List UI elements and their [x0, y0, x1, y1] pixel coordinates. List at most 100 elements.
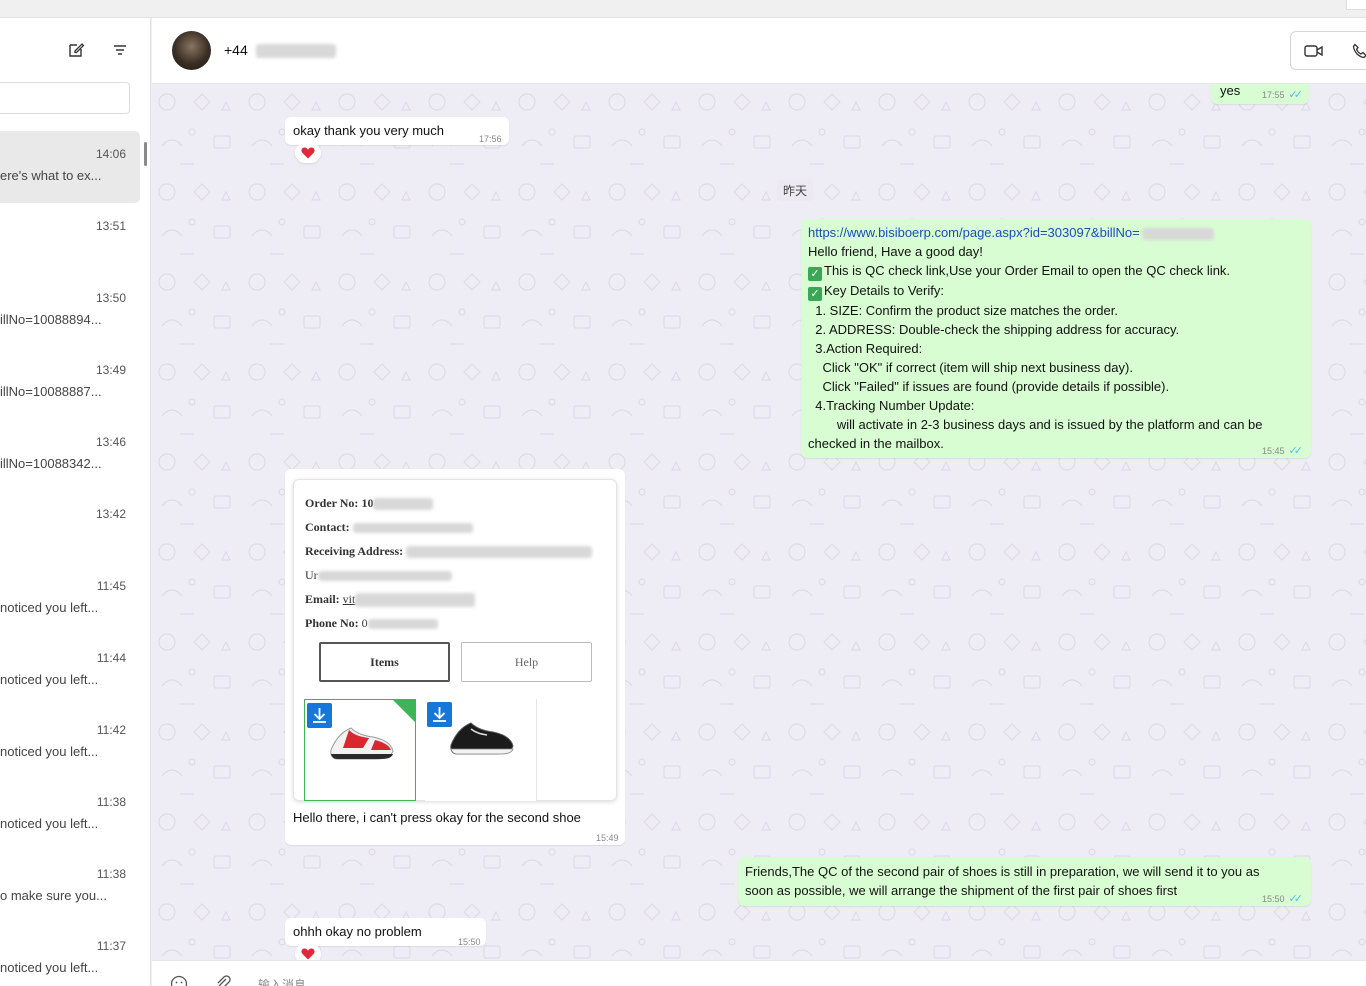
phone-field: Phone No: 0	[305, 614, 438, 633]
selected-check-icon	[393, 700, 415, 722]
chat-preview: illNo=10088342...	[0, 456, 102, 471]
new-chat-icon[interactable]	[66, 40, 86, 60]
call-buttons	[1290, 31, 1366, 70]
message-incoming[interactable]: Order No: 10 Contact: Receiving Address:…	[285, 469, 625, 845]
chat-time: 11:38	[96, 795, 126, 809]
chat-list-item[interactable]: 11:38 o make sure you...	[0, 851, 140, 923]
message-text: okay thank you very much	[293, 123, 445, 138]
chat-preview: o make sure you...	[0, 888, 107, 903]
read-ticks-icon: ✓✓	[1288, 89, 1304, 101]
chat-sidebar: 14:06 ere's what to ex... 13:51 13:50 illNo=…	[0, 18, 151, 986]
chat-preview: noticed you left...	[0, 960, 99, 975]
message-incoming[interactable]: okay thank you very much 17:56	[285, 117, 509, 145]
order-screenshot[interactable]: Order No: 10 Contact: Receiving Address:…	[293, 479, 617, 801]
chat-list-item[interactable]: 11:38 noticed you left...	[0, 779, 140, 851]
chat-preview: noticed you left...	[0, 816, 99, 831]
chat-time: 13:50	[95, 291, 126, 305]
shoe-item-2[interactable]	[425, 699, 537, 801]
message-line: checked in the mailbox.	[808, 436, 944, 451]
help-button[interactable]: Help	[461, 642, 592, 682]
reaction-heart[interactable]	[295, 944, 321, 960]
window-corner	[1346, 0, 1366, 10]
redacted-number	[255, 44, 336, 59]
filter-icon[interactable]	[110, 40, 130, 60]
redacted	[355, 593, 476, 608]
redacted	[317, 571, 452, 582]
chat-list-item[interactable]: 11:45 noticed you left...	[0, 563, 140, 635]
chat-preview: noticed you left...	[0, 600, 99, 615]
message-line: Hello friend, Have a good day!	[808, 244, 983, 259]
chat-time: 11:44	[96, 651, 126, 665]
contact-name[interactable]: +44	[224, 42, 336, 59]
chat-list-item[interactable]: 13:51	[0, 203, 140, 275]
voice-call-icon[interactable]	[1349, 41, 1366, 61]
chat-list-item[interactable]: 13:50 illNo=10088894...	[0, 275, 140, 347]
chat-time: 11:38	[96, 867, 126, 881]
chat-time: 14:06	[95, 147, 126, 161]
message-text: Hello there, i can't press okay for the …	[293, 810, 581, 825]
redacted	[352, 523, 473, 534]
chat-header: +44	[152, 18, 1366, 84]
items-button[interactable]: Items	[319, 642, 450, 682]
chat-time: 13:49	[95, 363, 126, 377]
read-ticks-icon: ✓✓	[1288, 893, 1304, 905]
redacted	[367, 619, 438, 630]
sidebar-scrollbar[interactable]	[144, 142, 147, 166]
message-time: 17:55 ✓✓	[1262, 89, 1304, 101]
chat-time: 13:42	[95, 507, 126, 521]
chat-messages[interactable]: yes 17:55 ✓✓ okay thank you very much 17:…	[152, 84, 1366, 960]
emoji-icon[interactable]	[170, 975, 188, 986]
message-line: Click "OK" if correct (item will ship ne…	[808, 360, 1133, 375]
chat-list-item[interactable]: 11:44 noticed you left...	[0, 635, 140, 707]
contact-field: Contact:	[305, 518, 473, 537]
chat-list-item[interactable]: 14:06 ere's what to ex...	[0, 131, 140, 203]
heart-icon	[301, 147, 315, 159]
message-incoming[interactable]: ohhh okay no problem 15:50	[285, 918, 486, 947]
message-line: 3.Action Required:	[808, 341, 923, 356]
search-input[interactable]	[0, 82, 130, 114]
redacted	[406, 546, 593, 559]
chat-time: 11:42	[96, 723, 126, 737]
message-line: Friends,The QC of the second pair of sho…	[745, 864, 1260, 879]
chat-time: 13:51	[95, 219, 126, 233]
black-sneaker-icon	[450, 722, 514, 755]
check-mark-icon: ✓	[808, 267, 822, 281]
chat-preview: illNo=10088887...	[0, 384, 102, 399]
chat-time: 11:37	[96, 939, 126, 953]
message-outgoing[interactable]: Friends,The QC of the second pair of sho…	[738, 857, 1311, 906]
chat-list: 14:06 ere's what to ex... 13:51 13:50 illNo=…	[0, 131, 140, 986]
chat-list-item[interactable]: 13:46 illNo=10088342...	[0, 419, 140, 491]
message-link-line[interactable]: https://www.bisiboerp.com/page.aspx?id=3…	[808, 223, 1304, 242]
message-text: yes	[1220, 84, 1241, 98]
message-text: ohhh okay no problem	[293, 924, 422, 939]
message-outgoing[interactable]: yes 17:55 ✓✓	[1211, 84, 1309, 104]
message-line: 1. SIZE: Confirm the product size matche…	[808, 303, 1118, 318]
message-line: 2. ADDRESS: Double-check the shipping ad…	[808, 322, 1180, 337]
shoe-item-1[interactable]	[304, 699, 416, 801]
message-line: soon as possible, we will arrange the sh…	[745, 883, 1178, 898]
chat-preview: ere's what to ex...	[0, 168, 102, 183]
chat-list-item[interactable]: 11:42 noticed you left...	[0, 707, 140, 779]
reaction-heart[interactable]	[295, 143, 321, 163]
chat-preview: illNo=10088894...	[0, 312, 102, 327]
qc-link[interactable]: https://www.bisiboerp.com/page.aspx?id=3…	[808, 225, 1140, 240]
message-composer: 输入消息	[152, 960, 1366, 986]
contact-number: +44	[224, 42, 248, 58]
message-input[interactable]: 输入消息	[258, 976, 306, 986]
avatar[interactable]	[172, 31, 211, 70]
attach-icon[interactable]	[214, 975, 232, 986]
message-time: 17:56	[479, 134, 502, 144]
red-sneaker-icon	[330, 727, 394, 760]
chat-list-item[interactable]: 13:49 illNo=10088887...	[0, 347, 140, 419]
redacted-bill-number	[1141, 227, 1214, 240]
order-number: Order No: 10	[305, 494, 434, 513]
message-outgoing[interactable]: https://www.bisiboerp.com/page.aspx?id=3…	[801, 219, 1311, 458]
video-call-icon[interactable]	[1303, 41, 1325, 61]
chat-time: 13:46	[95, 435, 126, 449]
chat-list-item[interactable]: 13:42	[0, 491, 140, 563]
message-line: will activate in 2-3 business days and i…	[808, 417, 1263, 432]
email-field: Email: vit	[305, 590, 476, 609]
message-time: 15:49	[596, 833, 619, 843]
address-line-2: Ur	[305, 566, 452, 585]
chat-list-item[interactable]: 11:37 noticed you left...	[0, 923, 140, 986]
